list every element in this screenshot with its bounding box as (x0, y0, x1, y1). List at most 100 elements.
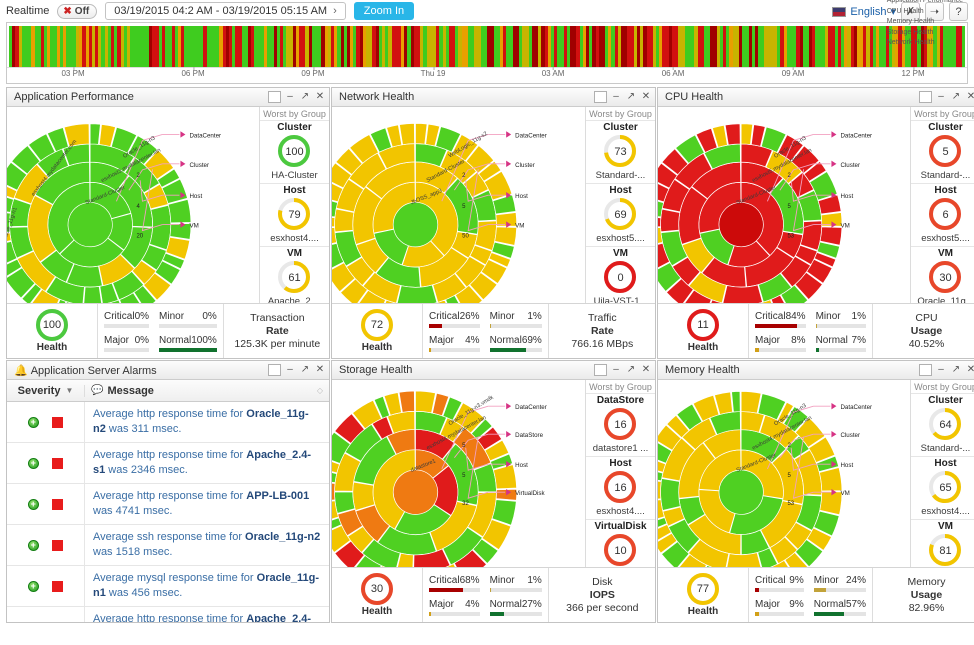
expand-icon[interactable]: + (27, 580, 39, 592)
panel-close-icon[interactable]: ✕ (314, 364, 326, 376)
panel-header: Network Health – ↗ ✕ (332, 88, 655, 107)
health-donut: 77 (687, 573, 719, 605)
worst-group-label: VM (938, 521, 953, 532)
panel-restore-icon[interactable] (919, 91, 932, 103)
sunburst-storage-health[interactable]: DataCenter DataStore 5 Host 5 VirtualDisk 32 Or… (332, 380, 585, 567)
table-row[interactable]: + Average mysql response time for Oracle_… (7, 566, 329, 607)
message-cell[interactable]: Average http response time for APP-LB-00… (85, 484, 329, 524)
panel-restore-icon[interactable] (268, 364, 281, 376)
panel-restore-icon[interactable] (594, 91, 607, 103)
worst-score-donut: 81 (928, 534, 963, 567)
worst-by-group-item[interactable]: Cluster 100 HA-Cluster (260, 120, 329, 183)
worst-by-group-item[interactable]: Cluster 73 Standard-... (586, 120, 655, 183)
health-donut: 72 (361, 309, 393, 341)
worst-by-group-item[interactable]: Host 79 esxhost4.... (260, 183, 329, 246)
worst-by-group-item[interactable]: VM 61 Apache_2.... (260, 246, 329, 303)
severity-label: Minor (813, 574, 839, 586)
worst-by-group-item[interactable]: Cluster 5 Standard-... (911, 120, 974, 183)
panel-title: Storage Health (339, 364, 413, 376)
message-cell[interactable]: Average ssh response time for Oracle_11g… (85, 525, 329, 565)
panel-close-icon[interactable]: ✕ (965, 364, 974, 376)
panel-title: Application Performance (14, 91, 134, 103)
worst-by-group-item[interactable]: DataStore 16 datastore1 ... (586, 393, 655, 456)
panel-close-icon[interactable]: ✕ (314, 91, 326, 103)
alarms-table-body[interactable]: + Average http response time for Oracle_1… (7, 402, 329, 622)
timeline-bars[interactable] (7, 23, 967, 67)
panel-minimize-icon[interactable]: – (935, 364, 947, 376)
svg-text:DataCenter: DataCenter (189, 132, 221, 139)
worst-by-group-item[interactable]: Host 65 esxhost4.... (911, 456, 974, 519)
severity-value: 1% (527, 574, 542, 586)
worst-by-group-item[interactable]: Host 6 esxhost5.... (911, 183, 974, 246)
panel-maximize-icon[interactable]: ↗ (299, 364, 311, 376)
worst-by-group-item[interactable]: VM 30 Oracle_11g... (911, 246, 974, 303)
table-row[interactable]: + Average http response time for APP-LB-0… (7, 484, 329, 525)
zoom-in-button[interactable]: Zoom In (353, 2, 415, 20)
expand-icon[interactable]: + (27, 498, 39, 510)
realtime-toggle[interactable]: ✖ Off (57, 3, 98, 19)
panel-restore-icon[interactable] (268, 91, 281, 103)
worst-by-group-item[interactable]: Host 69 esxhost5.... (586, 183, 655, 246)
health-value: 30 (370, 583, 384, 595)
sort-icon[interactable]: ◇ (317, 386, 323, 395)
svg-text:Host: Host (189, 193, 202, 200)
panel-minimize-icon[interactable]: – (610, 364, 622, 376)
expand-icon[interactable]: + (27, 539, 39, 551)
severity-bar: Minor 1% (489, 308, 542, 330)
date-range-picker[interactable]: 03/19/2015 04:2 AM - 03/19/2015 05:15 AM… (105, 2, 346, 20)
worst-by-group-item[interactable]: VirtualDisk10Oracle_11g... (586, 519, 655, 567)
table-row[interactable]: + Average http response time for Apache_2… (7, 607, 329, 622)
panel-body: DataCenter Cluster 2 Host 4 VM 20 Oracle_11g-n3… (7, 107, 329, 303)
health-donut: 30 (361, 573, 393, 605)
message-cell[interactable]: Average http response time for Apache_2.… (85, 607, 329, 622)
health-timeline[interactable]: 03 PM 06 PM 09 PM Thu 19 03 AM 06 AM 09 AM 12 P… (6, 0, 968, 84)
panel-maximize-icon[interactable]: ↗ (299, 91, 311, 103)
severity-breakdown: Critical 9% Minor 24% Major 9% Normal 57% (748, 568, 873, 622)
expand-icon[interactable]: + (27, 621, 39, 622)
panel-maximize-icon[interactable]: ↗ (625, 91, 637, 103)
timeline-legend: Application Performance CPU Health Memory … (887, 0, 963, 49)
panel-close-icon[interactable]: ✕ (965, 91, 974, 103)
worst-entity-name: esxhost4.... (921, 506, 970, 517)
column-header-message[interactable]: 💬 Message ◇ (85, 385, 329, 397)
message-prefix: Average http response time for (93, 449, 247, 461)
expand-icon[interactable]: + (27, 457, 39, 469)
worst-by-group-item[interactable]: VM81APP-LB-001 (911, 519, 974, 567)
panel-maximize-icon[interactable]: ↗ (950, 364, 962, 376)
column-header-severity[interactable]: Severity ▼ (7, 384, 85, 397)
message-cell[interactable]: Average mysql response time for Oracle_1… (85, 566, 329, 606)
worst-by-group-header: Worst by Group (914, 382, 974, 392)
expand-icon[interactable]: + (27, 416, 39, 428)
panel-maximize-icon[interactable]: ↗ (950, 91, 962, 103)
severity-label: Normal (159, 334, 192, 346)
severity-bar: Normal 69% (489, 332, 542, 354)
message-cell[interactable]: Average http response time for Oracle_11… (85, 402, 329, 442)
sunburst-cpu-health[interactable]: DataCenter Cluster 2 Host 5 VM 53 Oracle_11g-n3… (658, 107, 910, 303)
table-row[interactable]: + Average http response time for Oracle_1… (7, 402, 329, 443)
table-row[interactable]: + Average http response time for Apache_2… (7, 443, 329, 484)
panel-title: 🔔 Application Server Alarms (14, 364, 264, 377)
panel-restore-icon[interactable] (919, 364, 932, 376)
panel-minimize-icon[interactable]: – (284, 91, 296, 103)
panel-title: CPU Health (665, 91, 724, 103)
severity-label: Major (755, 598, 781, 610)
severity-track (815, 347, 866, 352)
worst-by-group-item[interactable]: Cluster 64 Standard-... (911, 393, 974, 456)
worst-by-group-item[interactable]: Host 16 esxhost4.... (586, 456, 655, 519)
panel-minimize-icon[interactable]: – (935, 91, 947, 103)
panel-restore-icon[interactable] (594, 364, 607, 376)
severity-bar: Minor 1% (815, 308, 866, 330)
panel-close-icon[interactable]: ✕ (640, 91, 652, 103)
table-row[interactable]: + Average ssh response time for Oracle_11… (7, 525, 329, 566)
sunburst-network-health[interactable]: DataCenter Cluster 2 Host 5 VM 50 WebLogic_11g-… (332, 107, 585, 303)
sunburst-memory-health[interactable]: DataCenter Cluster 2 Host 5 VM 53 Oracle_11g-n3… (658, 380, 910, 567)
sunburst-application-performance[interactable]: DataCenter Cluster 2 Host 4 VM 20 Oracle_11g-n3… (7, 107, 259, 303)
worst-by-group-item[interactable]: VM 0 Uila-VST-1... (586, 246, 655, 303)
message-cell[interactable]: Average http response time for Apache_2.… (85, 443, 329, 483)
chevron-down-icon[interactable]: ▼ (65, 386, 73, 395)
panel-minimize-icon[interactable]: – (610, 91, 622, 103)
panel-maximize-icon[interactable]: ↗ (625, 364, 637, 376)
panel-minimize-icon[interactable]: – (284, 364, 296, 376)
health-label: Health (687, 342, 719, 353)
panel-close-icon[interactable]: ✕ (640, 364, 652, 376)
